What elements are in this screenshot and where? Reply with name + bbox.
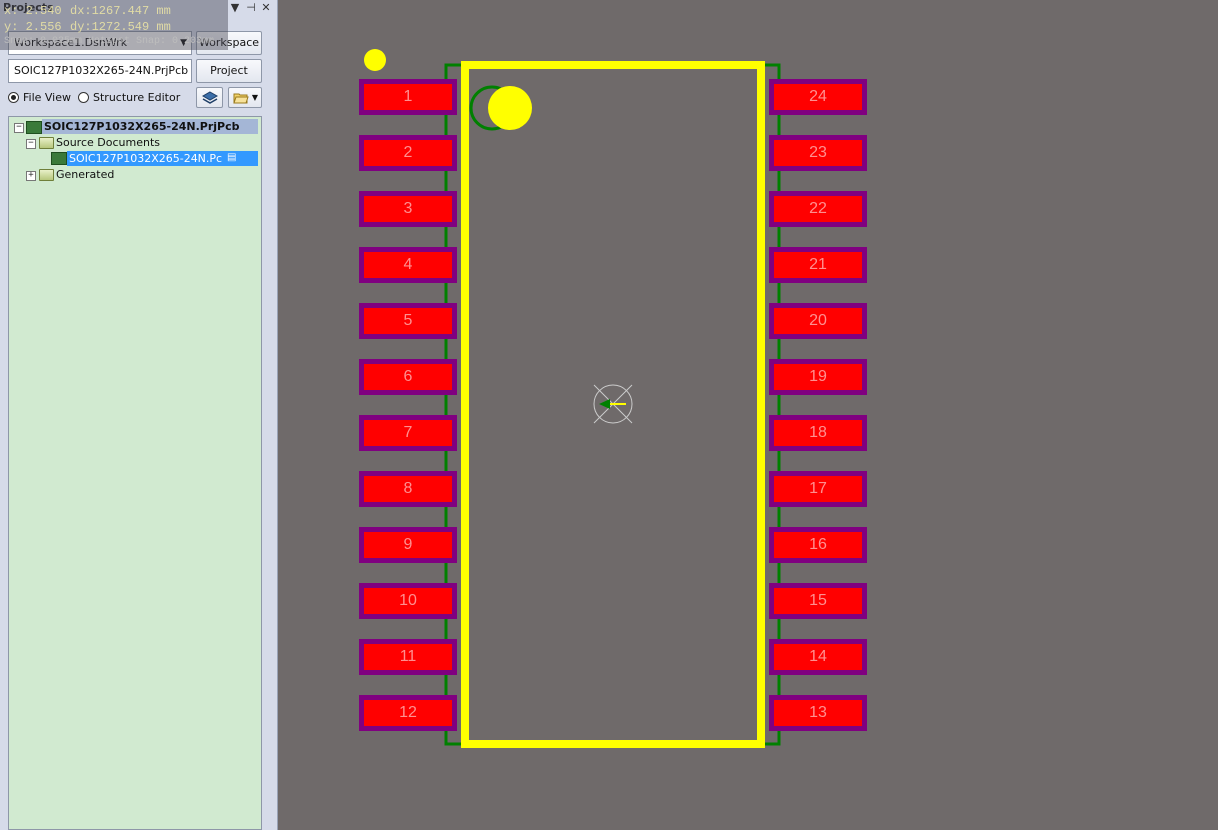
pad[interactable]: 12: [359, 695, 457, 731]
pad[interactable]: 8: [359, 471, 457, 507]
folder-icon: [39, 137, 54, 149]
structure-editor-radio[interactable]: [78, 92, 89, 103]
projects-panel: Projects ▼ ⊣ ✕ Workspace1.DsnWrk ▼ Works…: [0, 0, 278, 830]
tree-item-generated[interactable]: Generated: [56, 168, 114, 181]
pad-number: 19: [774, 364, 862, 390]
pad-number: 3: [364, 196, 452, 222]
tree-item-pcbdoc[interactable]: SOIC127P1032X265-24N.PcbDoc ▤: [67, 151, 258, 166]
pcb-document-icon: [51, 152, 67, 165]
pad-number: 9: [364, 532, 452, 558]
pad-number: 10: [364, 588, 452, 614]
pad-number: 22: [774, 196, 862, 222]
pad-number: 12: [364, 700, 452, 726]
tree-item-project[interactable]: SOIC127P1032X265-24N.PrjPcb: [42, 119, 258, 134]
pad-number: 4: [364, 252, 452, 278]
pad[interactable]: 3: [359, 191, 457, 227]
project-tree[interactable]: − SOIC127P1032X265-24N.PrjPcb − Source D…: [8, 116, 262, 830]
pad-number: 13: [774, 700, 862, 726]
layers-icon: [201, 91, 218, 104]
pad-number: 20: [774, 308, 862, 334]
collapse-source-documents-icon[interactable]: −: [26, 139, 36, 149]
pad-number: 6: [364, 364, 452, 390]
folder-icon: [39, 169, 54, 181]
pad-number: 23: [774, 140, 862, 166]
pad-number: 2: [364, 140, 452, 166]
project-button[interactable]: Project: [196, 59, 262, 83]
tree-item-project-label: SOIC127P1032X265-24N.PrjPcb: [44, 120, 240, 133]
pin1-silkscreen-marker: [488, 86, 532, 130]
chevron-down-icon: ▼: [180, 38, 187, 48]
pad[interactable]: 5: [359, 303, 457, 339]
pin-icon[interactable]: ⊣: [245, 1, 257, 14]
pad-number: 18: [774, 420, 862, 446]
file-view-radio[interactable]: [8, 92, 19, 103]
pad-number: 16: [774, 532, 862, 558]
panel-menu-icon[interactable]: ▼: [229, 1, 241, 14]
pin1-dot-marker: [364, 49, 386, 71]
pad-number: 7: [364, 420, 452, 446]
tree-item-pcbdoc-label: SOIC127P1032X265-24N.PcbDoc: [69, 152, 223, 165]
document-icon: ▤: [227, 152, 237, 163]
pad[interactable]: 9: [359, 527, 457, 563]
structure-editor-label: Structure Editor: [93, 91, 181, 104]
pad[interactable]: 20: [769, 303, 867, 339]
pad-number: 5: [364, 308, 452, 334]
pad-number: 24: [774, 84, 862, 110]
pad-number: 15: [774, 588, 862, 614]
project-options-button[interactable]: [196, 87, 223, 108]
pad-number: 1: [364, 84, 452, 110]
pcb-project-icon: [26, 121, 42, 134]
pad[interactable]: 7: [359, 415, 457, 451]
pad[interactable]: 16: [769, 527, 867, 563]
collapse-project-icon[interactable]: −: [14, 123, 24, 133]
open-document-button[interactable]: ▼: [228, 87, 262, 108]
pad[interactable]: 11: [359, 639, 457, 675]
file-view-label: File View: [23, 91, 72, 104]
pad[interactable]: 21: [769, 247, 867, 283]
expand-generated-icon[interactable]: +: [26, 171, 36, 181]
project-field[interactable]: SOIC127P1032X265-24N.PrjPcb: [8, 59, 192, 83]
pad[interactable]: 19: [769, 359, 867, 395]
workspace-selector-value: Workspace1.DsnWrk: [14, 36, 128, 49]
pad[interactable]: 24: [769, 79, 867, 115]
origin-marker-icon: [593, 384, 633, 424]
tree-item-source-documents[interactable]: Source Documents: [56, 136, 160, 149]
pad-number: 8: [364, 476, 452, 502]
panel-title: Projects: [3, 1, 54, 14]
pcb-editor-canvas[interactable]: 1 2 3 4 5 6 7 8 9 10 11 12 24 23 22 21 20 19 18 17 16 15 14 13: [278, 0, 1218, 830]
workspace-selector[interactable]: Workspace1.DsnWrk ▼: [8, 31, 192, 55]
pad-number: 14: [774, 644, 862, 670]
pad[interactable]: 17: [769, 471, 867, 507]
pad[interactable]: 18: [769, 415, 867, 451]
pad-number: 17: [774, 476, 862, 502]
panel-header: Projects ▼ ⊣ ✕: [0, 0, 277, 17]
pad[interactable]: 13: [769, 695, 867, 731]
pad[interactable]: 4: [359, 247, 457, 283]
pad[interactable]: 15: [769, 583, 867, 619]
pad[interactable]: 23: [769, 135, 867, 171]
pad[interactable]: 1: [359, 79, 457, 115]
pad[interactable]: 2: [359, 135, 457, 171]
pad-number: 11: [364, 644, 452, 670]
pad[interactable]: 10: [359, 583, 457, 619]
dropdown-arrow-icon: ▼: [251, 93, 258, 102]
pad[interactable]: 6: [359, 359, 457, 395]
pad[interactable]: 22: [769, 191, 867, 227]
pad-number: 21: [774, 252, 862, 278]
pad[interactable]: 14: [769, 639, 867, 675]
workspace-button[interactable]: Workspace: [196, 31, 262, 55]
folder-open-icon: [233, 93, 249, 104]
close-icon[interactable]: ✕: [260, 1, 272, 14]
